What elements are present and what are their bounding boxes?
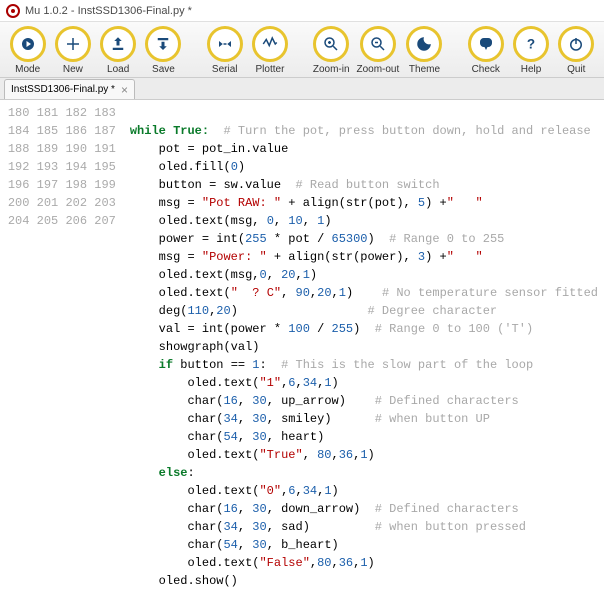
plotter-button[interactable]: Plotter: [250, 26, 289, 75]
quit-button[interactable]: Quit: [557, 26, 596, 75]
window-title: Mu 1.0.2 - InstSSD1306-Final.py *: [25, 5, 192, 17]
code-editor[interactable]: 180 181 182 183 184 185 186 187 188 189 …: [0, 100, 604, 604]
save-button[interactable]: Save: [144, 26, 183, 75]
load-button[interactable]: Load: [99, 26, 138, 75]
tab-label: InstSSD1306-Final.py *: [11, 84, 115, 95]
help-icon: ?: [513, 26, 549, 62]
theme-button[interactable]: Theme: [405, 26, 444, 75]
zoom-out-icon: [360, 26, 396, 62]
check-icon: [468, 26, 504, 62]
tab-bar: InstSSD1306-Final.py * ×: [0, 78, 604, 100]
mode-icon: [10, 26, 46, 62]
serial-button[interactable]: Serial: [205, 26, 244, 75]
plotter-icon: [252, 26, 288, 62]
new-button[interactable]: New: [53, 26, 92, 75]
toolbar: Mode New Load Save Serial Plotter Zoom-i…: [0, 22, 604, 78]
plus-icon: [55, 26, 91, 62]
app-icon: [6, 4, 20, 18]
svg-text:?: ?: [527, 37, 535, 52]
power-icon: [558, 26, 594, 62]
file-tab[interactable]: InstSSD1306-Final.py * ×: [4, 79, 135, 99]
zoom-in-button[interactable]: Zoom-in: [312, 26, 351, 75]
mode-button[interactable]: Mode: [8, 26, 47, 75]
window-titlebar: Mu 1.0.2 - InstSSD1306-Final.py *: [0, 0, 604, 22]
zoom-out-button[interactable]: Zoom-out: [357, 26, 399, 75]
theme-icon: [406, 26, 442, 62]
load-icon: [100, 26, 136, 62]
help-button[interactable]: ? Help: [511, 26, 550, 75]
serial-icon: [207, 26, 243, 62]
close-icon[interactable]: ×: [121, 84, 128, 96]
zoom-in-icon: [313, 26, 349, 62]
save-icon: [145, 26, 181, 62]
code-area[interactable]: while True: # Turn the pot, press button…: [124, 100, 604, 604]
check-button[interactable]: Check: [466, 26, 505, 75]
line-gutter: 180 181 182 183 184 185 186 187 188 189 …: [0, 100, 124, 604]
